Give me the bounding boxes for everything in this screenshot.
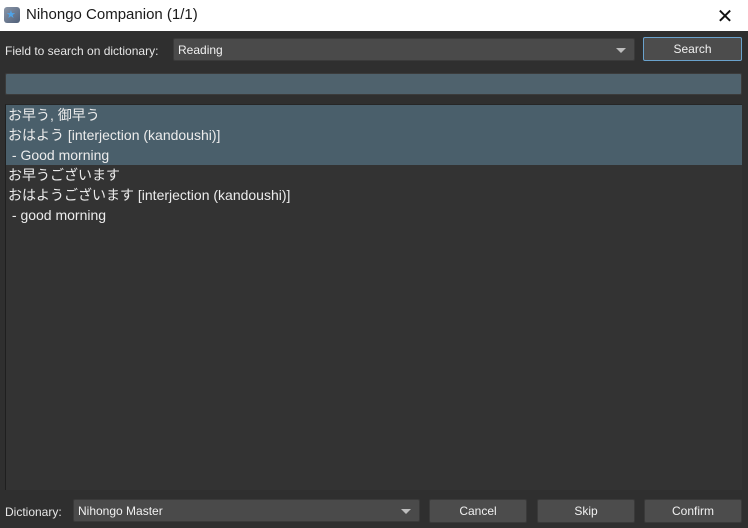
entry-reading: おはようございます [interjection (kandoushi)] xyxy=(8,187,291,203)
list-item[interactable]: お早うございます おはようございます [interjection (kandou… xyxy=(6,165,742,225)
cancel-button[interactable]: Cancel xyxy=(429,499,527,523)
confirm-button[interactable]: Confirm xyxy=(644,499,742,523)
field-label: Field to search on dictionary: xyxy=(5,44,159,58)
field-select[interactable]: Reading xyxy=(173,38,635,61)
chevron-down-icon xyxy=(401,509,411,514)
chevron-down-icon xyxy=(616,48,626,53)
skip-button[interactable]: Skip xyxy=(537,499,635,523)
title-bar: Nihongo Companion (1/1) ✕ xyxy=(0,0,748,31)
field-select-value: Reading xyxy=(178,43,223,57)
entry-reading: おはよう [interjection (kandoushi)] xyxy=(8,127,221,143)
search-input[interactable] xyxy=(5,73,742,95)
entry-meaning: - Good morning xyxy=(8,147,110,163)
search-button[interactable]: Search xyxy=(643,37,742,61)
entry-meaning: - good morning xyxy=(8,207,107,223)
list-item[interactable]: お早う, 御早う おはよう [interjection (kandoushi)]… xyxy=(6,105,742,165)
entry-kanji: お早うございます xyxy=(8,167,120,183)
entry-kanji: お早う, 御早う xyxy=(8,107,100,123)
dialog-body: Field to search on dictionary: Reading S… xyxy=(0,31,748,528)
dictionary-select[interactable]: Nihongo Master xyxy=(73,499,420,522)
app-star-icon xyxy=(4,7,20,23)
dictionary-select-value: Nihongo Master xyxy=(78,504,163,518)
close-button[interactable]: ✕ xyxy=(702,0,748,31)
results-list[interactable]: お早う, 御早う おはよう [interjection (kandoushi)]… xyxy=(5,104,742,490)
dictionary-label: Dictionary: xyxy=(5,505,62,519)
window-title: Nihongo Companion (1/1) xyxy=(26,6,198,23)
